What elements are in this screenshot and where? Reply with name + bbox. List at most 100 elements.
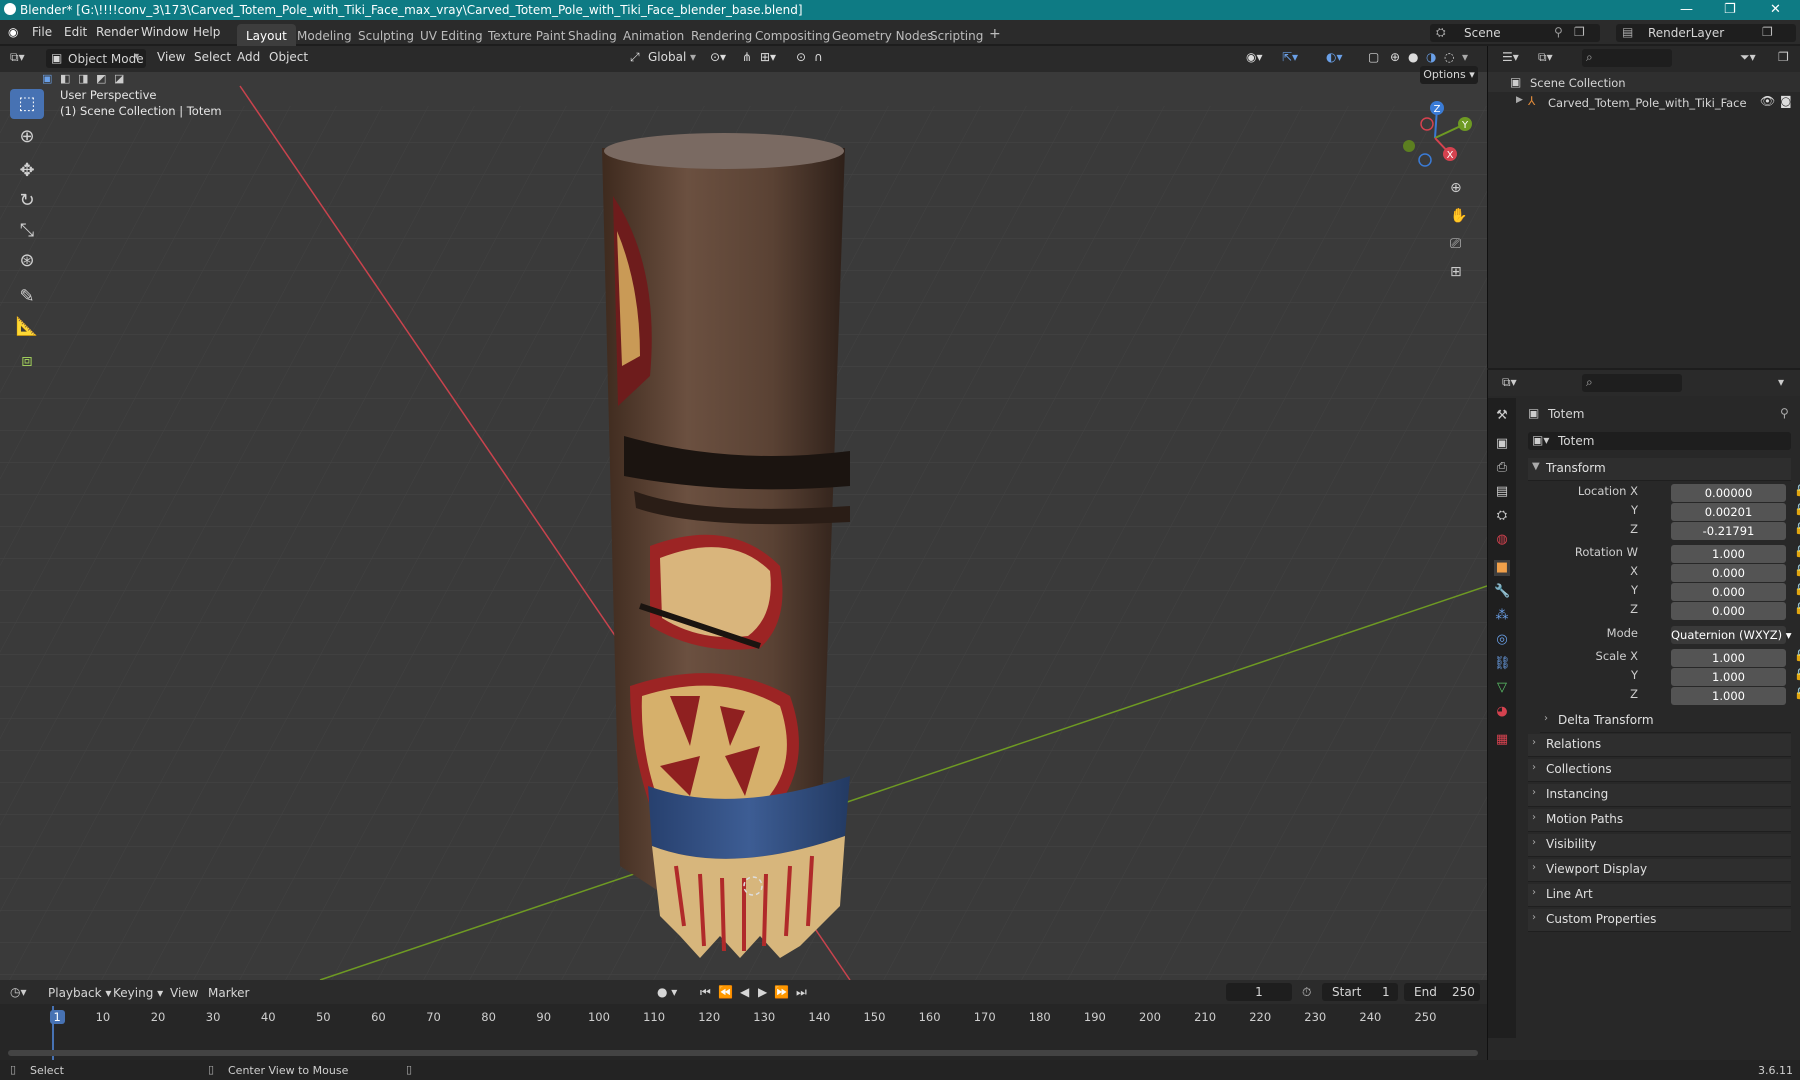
viewport-display-panel[interactable]: › Viewport Display	[1528, 859, 1791, 882]
tool-tab-icon[interactable]: ⚒	[1494, 408, 1510, 424]
object-name-field[interactable]: ▣▾ Totem	[1528, 432, 1791, 450]
view-layer-tab-icon[interactable]: ▤	[1494, 484, 1510, 500]
particles-tab-icon[interactable]: ⁂	[1494, 608, 1510, 624]
zoom-icon[interactable]: ⊕	[1450, 180, 1462, 196]
xray-icon[interactable]: ▢	[1368, 50, 1379, 68]
render-tab-icon[interactable]: ▣	[1494, 436, 1510, 452]
scale-x-field[interactable]: 1.000	[1671, 649, 1786, 667]
perspective-toggle-icon[interactable]: ⊞	[1450, 264, 1462, 280]
lock-icon[interactable]: 🔓	[1794, 687, 1800, 700]
navigation-gizmo[interactable]: Z Y X	[1395, 98, 1475, 178]
pivot-icon[interactable]: ⊙▾	[710, 50, 726, 68]
proportional-edit-icon[interactable]: ⊙	[796, 50, 806, 68]
world-tab-icon[interactable]: ◍	[1494, 532, 1510, 548]
jump-next-key-icon[interactable]: ⏩	[774, 985, 789, 999]
overlay-icon[interactable]: ◐▾	[1326, 50, 1343, 68]
menu-edit[interactable]: Edit	[64, 25, 87, 39]
chevron-down-icon[interactable]: ▾	[1778, 375, 1784, 389]
new-collection-icon[interactable]: ❐	[1778, 50, 1789, 64]
jump-start-icon[interactable]: ⏮	[700, 985, 711, 1000]
maximize-icon[interactable]: ❐	[1724, 2, 1736, 17]
pin-icon[interactable]: ⚲	[1780, 406, 1789, 420]
lock-icon[interactable]: 🔓	[1794, 545, 1800, 558]
menu-help[interactable]: Help	[193, 25, 220, 39]
material-tab-icon[interactable]: ◕	[1494, 704, 1510, 720]
menu-file[interactable]: File	[32, 25, 52, 39]
stopwatch-icon[interactable]: ⏱	[1302, 985, 1311, 1000]
cursor-tool[interactable]: ⊕	[10, 122, 44, 152]
object-tab-icon[interactable]: ■	[1494, 560, 1510, 576]
falloff-icon[interactable]: ∩	[814, 50, 823, 68]
lock-icon[interactable]: 🔓	[1794, 503, 1800, 516]
select-subtract-icon[interactable]: ◨	[78, 72, 88, 85]
outliner-search-input[interactable]: ⌕	[1582, 49, 1672, 67]
play-icon[interactable]: ▶	[758, 985, 767, 999]
menu-view[interactable]: View	[157, 50, 185, 68]
expand-arrow-icon[interactable]: ▶	[1516, 95, 1523, 105]
eye-icon[interactable]: 👁	[1760, 94, 1775, 108]
mode-selector[interactable]: ▣ Object Mode ▾	[46, 49, 146, 68]
menu-window[interactable]: Window	[141, 25, 188, 39]
menu-view[interactable]: View	[170, 986, 198, 1000]
editor-type-icon[interactable]: ⧉▾	[10, 50, 25, 68]
scene-selector[interactable]: ⛭ Scene ⚲ ❐	[1430, 24, 1600, 42]
close-icon[interactable]: ✕	[1770, 2, 1781, 17]
select-mode-buttons[interactable]: ▣ ◧ ◨ ◩ ◪	[40, 72, 130, 88]
camera-icon[interactable]: ⎚	[1450, 236, 1461, 252]
lock-icon[interactable]: 🔓	[1794, 484, 1800, 497]
tab-layout[interactable]: Layout	[237, 24, 296, 46]
select-invert-icon[interactable]: ◩	[96, 72, 106, 85]
end-frame-field[interactable]: End 250	[1404, 983, 1480, 1001]
constraints-tab-icon[interactable]: ⛓	[1494, 656, 1511, 672]
data-tab-icon[interactable]: ▽	[1494, 680, 1510, 696]
visibility-panel[interactable]: › Visibility	[1528, 834, 1791, 857]
menu-keying[interactable]: Keying ▾	[113, 986, 163, 1000]
record-icon[interactable]: ● ▾	[657, 985, 677, 999]
visibility-icon[interactable]: ◉▾	[1246, 50, 1263, 68]
start-frame-field[interactable]: Start 1	[1322, 983, 1398, 1001]
options-dropdown[interactable]: Options ▾	[1420, 66, 1478, 84]
output-tab-icon[interactable]: ⎙	[1494, 460, 1510, 476]
current-frame-field[interactable]: 1	[1226, 983, 1292, 1001]
outliner-row-object[interactable]: ▶ ⅄ Carved_Totem_Pole_with_Tiki_Face 👁 ◙	[1488, 92, 1800, 112]
lock-icon[interactable]: 🔓	[1794, 522, 1800, 535]
gizmo-icon[interactable]: ⇱▾	[1282, 50, 1298, 68]
blender-menu-icon[interactable]: ◉	[8, 25, 18, 39]
transform-panel-header[interactable]: ▼ Transform	[1528, 458, 1791, 481]
rotation-mode-dropdown[interactable]: Quaternion (WXYZ) ▾	[1671, 626, 1792, 644]
shading-solid-icon[interactable]: ●	[1408, 50, 1418, 68]
instancing-panel[interactable]: › Instancing	[1528, 784, 1791, 807]
properties-search-input[interactable]: ⌕	[1582, 374, 1682, 392]
select-new-icon[interactable]: ▣	[42, 72, 52, 85]
lock-icon[interactable]: 🔓	[1794, 649, 1800, 662]
select-extend-icon[interactable]: ◧	[60, 72, 70, 85]
modifier-tab-icon[interactable]: 🔧	[1494, 584, 1510, 600]
orientation-selector[interactable]: Global	[648, 50, 686, 68]
pan-hand-icon[interactable]: ✋	[1450, 208, 1467, 224]
collections-panel[interactable]: › Collections	[1528, 759, 1791, 782]
select-intersect-icon[interactable]: ◪	[114, 72, 124, 85]
lock-icon[interactable]: 🔓	[1794, 564, 1800, 577]
jump-end-icon[interactable]: ⏭	[796, 985, 807, 1000]
lock-icon[interactable]: 🔓	[1794, 583, 1800, 596]
viewport-3d[interactable]: ⧉▾ ▣ Object Mode ▾ View Select Add Objec…	[0, 46, 1487, 980]
rotation-y-field[interactable]: 0.000	[1671, 583, 1786, 601]
pin-icon[interactable]: ⚲	[1554, 25, 1563, 39]
new-scene-icon[interactable]: ❐	[1574, 25, 1585, 39]
menu-render[interactable]: Render	[96, 25, 139, 39]
location-x-field[interactable]: 0.00000	[1671, 484, 1786, 502]
new-layer-icon[interactable]: ❐	[1762, 25, 1773, 39]
physics-tab-icon[interactable]: ◎	[1494, 632, 1510, 648]
play-reverse-icon[interactable]: ◀	[740, 985, 749, 999]
scale-y-field[interactable]: 1.000	[1671, 668, 1786, 686]
filter-icon[interactable]: ⏷▾	[1740, 50, 1756, 65]
rotation-z-field[interactable]: 0.000	[1671, 602, 1786, 620]
add-cube-tool[interactable]: ⧈	[10, 346, 44, 376]
lock-icon[interactable]: 🔓	[1794, 668, 1800, 681]
properties-editor-icon[interactable]: ⧉▾	[1502, 375, 1517, 390]
view-layer-selector[interactable]: ▤ RenderLayer ❐	[1616, 24, 1796, 42]
timeline-editor-icon[interactable]: ◷▾	[10, 985, 27, 999]
timeline-scrollbar[interactable]	[8, 1050, 1478, 1056]
snap-icon[interactable]: ⋔	[742, 50, 752, 68]
relations-panel[interactable]: › Relations	[1528, 734, 1791, 757]
